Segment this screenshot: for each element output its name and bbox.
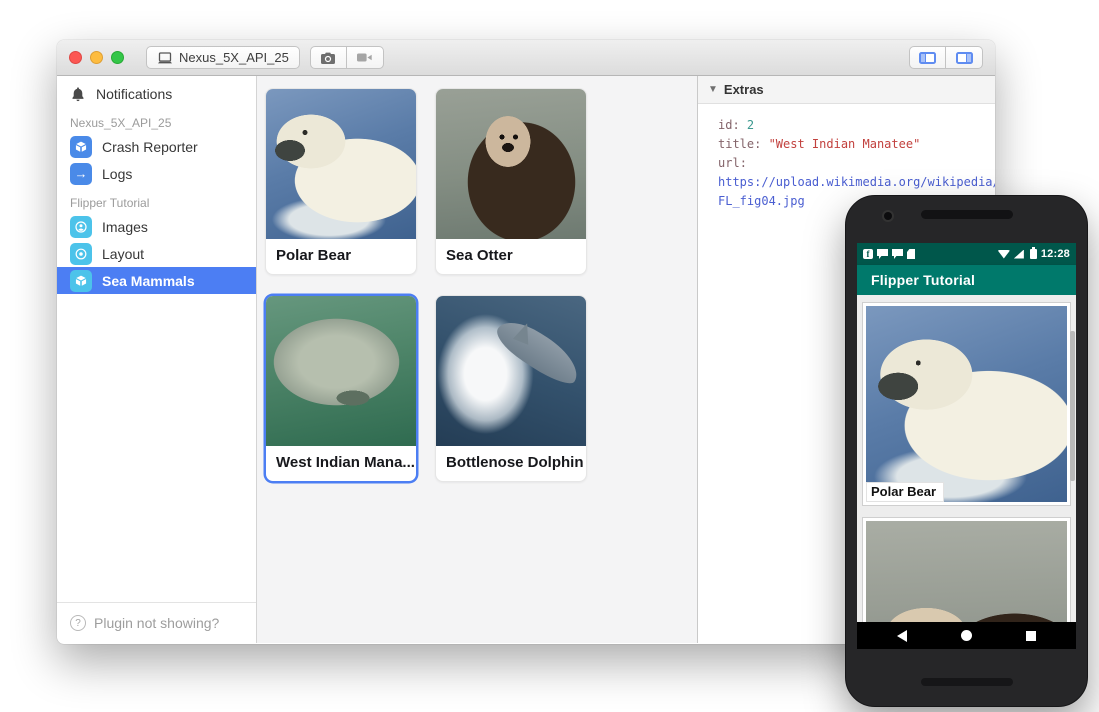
- ear-speaker: [921, 210, 1013, 219]
- traffic-lights: [69, 51, 124, 64]
- phone-card-sea-otter[interactable]: [862, 517, 1071, 622]
- json-url-line1: https://upload.wikimedia.org/wikipedia/c…: [718, 173, 995, 192]
- screen-record-button[interactable]: [347, 46, 384, 69]
- manatee-photo: [266, 296, 416, 446]
- right-panel-icon: [956, 52, 973, 64]
- toggle-right-panel-button[interactable]: [946, 46, 983, 69]
- sidebar-item-sea-mammals[interactable]: Sea Mammals: [57, 267, 256, 294]
- android-nav-bar: [857, 622, 1076, 649]
- sidebar: Notifications Nexus_5X_API_25 Crash Repo…: [57, 76, 257, 643]
- polar-bear-photo: [266, 89, 416, 239]
- phone-scrollbar[interactable]: [1070, 331, 1075, 481]
- facebook-notification-icon: f: [863, 249, 873, 259]
- card-title: Polar Bear: [266, 239, 416, 274]
- sea-otter-photo: [436, 89, 586, 239]
- front-camera: [884, 212, 892, 220]
- sidebar-item-notifications[interactable]: Notifications: [57, 80, 256, 107]
- extras-header[interactable]: ▼ Extras: [698, 76, 995, 104]
- device-selector-button[interactable]: Nexus_5X_API_25: [146, 46, 300, 69]
- phone-app-bar: Flipper Tutorial: [857, 265, 1076, 295]
- sim-notification-icon: [907, 249, 915, 259]
- sidebar-section-device: Nexus_5X_API_25: [57, 107, 256, 133]
- sidebar-item-crash-reporter[interactable]: Crash Reporter: [57, 133, 256, 160]
- plugin-help-label: Plugin not showing?: [94, 615, 219, 631]
- card-bottlenose-dolphin[interactable]: Bottlenose Dolphin: [435, 295, 587, 482]
- sidebar-item-images[interactable]: Images: [57, 213, 256, 240]
- phone-card-polar-bear[interactable]: Polar Bear: [862, 302, 1071, 506]
- zoom-button[interactable]: [111, 51, 124, 64]
- card-west-indian-manatee[interactable]: West Indian Mana...: [265, 295, 417, 482]
- back-button[interactable]: [897, 630, 907, 642]
- cube-icon: [70, 136, 92, 158]
- capture-buttons: [310, 46, 384, 69]
- camera-icon: [320, 51, 336, 65]
- close-button[interactable]: [69, 51, 82, 64]
- phone-screen: f 12:28 Flipper Tutorial Polar Bear: [857, 243, 1076, 649]
- bell-icon: [70, 86, 86, 102]
- sidebar-item-label: Crash Reporter: [102, 139, 198, 155]
- cell-signal-icon: [1014, 250, 1024, 259]
- bottom-speaker: [921, 678, 1013, 686]
- sidebar-item-logs[interactable]: → Logs: [57, 160, 256, 187]
- help-icon: ?: [70, 615, 86, 631]
- sidebar-list: Notifications Nexus_5X_API_25 Crash Repo…: [57, 76, 256, 602]
- minimize-button[interactable]: [90, 51, 103, 64]
- titlebar: Nexus_5X_API_25: [57, 40, 995, 76]
- dolphin-photo: [436, 296, 586, 446]
- recents-button[interactable]: [1026, 631, 1036, 641]
- left-panel-icon: [919, 52, 936, 64]
- sea-otter-photo: [866, 521, 1067, 622]
- image-grid: Polar Bear Sea Otter West Indian Mana...…: [257, 76, 697, 643]
- phone-content: Polar Bear: [857, 295, 1076, 622]
- sidebar-item-layout[interactable]: Layout: [57, 240, 256, 267]
- video-camera-icon: [356, 51, 373, 64]
- sidebar-section-app: Flipper Tutorial: [57, 187, 256, 213]
- chat-notification-icon: [892, 249, 903, 259]
- plugin-help-link[interactable]: ? Plugin not showing?: [57, 602, 256, 643]
- chat-notification-icon: [877, 249, 888, 259]
- card-title: West Indian Mana...: [266, 446, 416, 481]
- battery-icon: [1030, 249, 1037, 259]
- screenshot-button[interactable]: [310, 46, 347, 69]
- laptop-icon: [157, 51, 173, 65]
- sidebar-item-label: Sea Mammals: [102, 273, 195, 289]
- sidebar-item-label: Logs: [102, 166, 132, 182]
- home-button[interactable]: [961, 630, 972, 641]
- card-polar-bear[interactable]: Polar Bear: [265, 88, 417, 275]
- panel-toggle-buttons: [909, 46, 983, 69]
- sidebar-item-label: Notifications: [96, 86, 172, 102]
- user-circle-icon: [70, 216, 92, 238]
- extras-title: Extras: [724, 82, 764, 97]
- sidebar-item-label: Layout: [102, 246, 144, 262]
- json-row-id: id: 2: [718, 116, 995, 135]
- phone-status-bar: f 12:28: [857, 243, 1076, 265]
- polar-bear-photo: [866, 306, 1067, 502]
- device-name: Nexus_5X_API_25: [179, 50, 289, 65]
- chevron-down-icon: ▼: [708, 84, 718, 95]
- phone-card-label: Polar Bear: [866, 482, 944, 502]
- target-icon: [70, 243, 92, 265]
- sidebar-item-label: Images: [102, 219, 148, 235]
- cube-icon: [70, 270, 92, 292]
- status-time: 12:28: [1041, 248, 1070, 260]
- arrow-right-icon: →: [70, 163, 92, 185]
- card-title: Bottlenose Dolphin: [436, 446, 586, 481]
- card-sea-otter[interactable]: Sea Otter: [435, 88, 587, 275]
- card-title: Sea Otter: [436, 239, 586, 274]
- toggle-left-panel-button[interactable]: [909, 46, 946, 69]
- android-phone: f 12:28 Flipper Tutorial Polar Bear: [845, 195, 1088, 707]
- wifi-icon: [998, 250, 1010, 259]
- json-row-url: url:: [718, 154, 995, 173]
- json-row-title: title: "West Indian Manatee": [718, 135, 995, 154]
- phone-app-title: Flipper Tutorial: [871, 272, 975, 288]
